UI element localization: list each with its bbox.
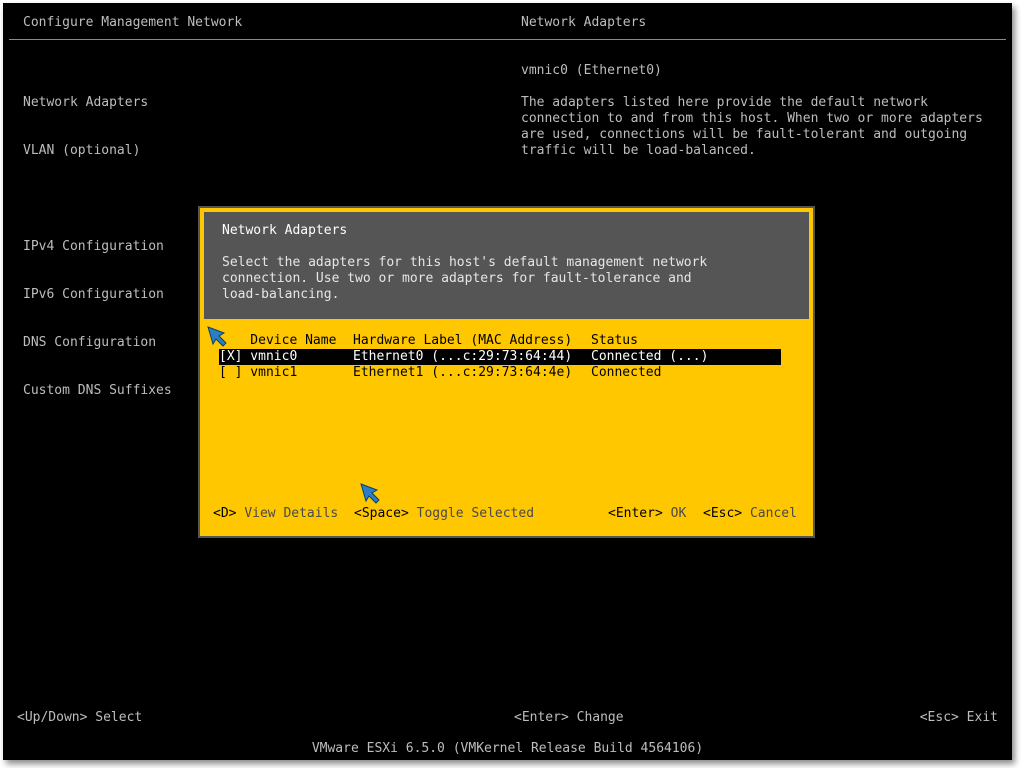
cancel-label: Cancel (749, 506, 797, 521)
menu-gap (23, 191, 172, 207)
menu-item-dns-suffixes[interactable]: Custom DNS Suffixes (23, 383, 172, 399)
toggle-key: <Space> (354, 506, 409, 521)
ok-key: <Enter> (608, 506, 663, 521)
adapter-status: Connected (...) (591, 349, 709, 364)
panel-title: Network Adapters (521, 15, 647, 30)
view-details-label: View Details (244, 506, 339, 521)
column-hardware-label: Hardware Label (MAC Address) (353, 333, 573, 348)
adapter-hardware-label: Ethernet1 (...c:29:73:64:4e) (353, 365, 573, 380)
dialog-description: Select the adapters for this host's defa… (222, 255, 708, 302)
version-status-bar: VMware ESXi 6.5.0 (VMKernel Release Buil… (3, 738, 1012, 760)
screen-title: Configure Management Network (23, 15, 243, 30)
esxi-console-screen: Configure Management Network Network Ada… (3, 3, 1012, 760)
header-divider (9, 39, 1006, 40)
menu-item-ipv4[interactable]: IPv4 Configuration (23, 239, 172, 255)
dialog-title: Network Adapters (222, 223, 348, 238)
cancel-key: <Esc> (703, 506, 743, 521)
adapter-status: Connected (591, 365, 662, 380)
adapter-checkbox-name[interactable]: [X] vmnic0 (219, 349, 297, 365)
hint-change: <Enter> Change (514, 710, 624, 725)
network-adapters-dialog: Network Adapters Select the adapters for… (198, 206, 815, 538)
toggle-selected-action[interactable]: <Space> Toggle Selected (354, 506, 534, 522)
cancel-action[interactable]: <Esc> Cancel (703, 506, 797, 522)
hint-select: <Up/Down> Select (17, 710, 143, 725)
view-details-key: <D> (213, 506, 237, 521)
ok-label: OK (670, 506, 687, 521)
dialog-header: Network Adapters Select the adapters for… (202, 210, 811, 319)
annotation-arrow-icon (360, 483, 380, 504)
view-details-action[interactable]: <D> View Details (213, 506, 338, 522)
menu-item-network-adapters[interactable]: Network Adapters (23, 95, 172, 111)
adapter-description: The adapters listed here provide the def… (521, 95, 983, 158)
table-row[interactable]: [X] vmnic0 Ethernet0 (...c:29:73:64:44) … (219, 349, 781, 365)
adapter-hardware-label: Ethernet0 (...c:29:73:64:44) (353, 349, 573, 364)
ok-action[interactable]: <Enter> OK (608, 506, 686, 522)
adapter-checkbox-name[interactable]: [ ] vmnic1 (219, 365, 297, 381)
menu-item-vlan[interactable]: VLAN (optional) (23, 143, 172, 159)
column-status: Status (591, 333, 638, 348)
config-menu: Network Adapters VLAN (optional) IPv4 Co… (23, 63, 172, 431)
menu-item-ipv6[interactable]: IPv6 Configuration (23, 287, 172, 303)
annotation-arrow-icon (207, 326, 227, 347)
menu-item-dns[interactable]: DNS Configuration (23, 335, 172, 351)
table-header: Device Name Hardware Label (MAC Address)… (219, 333, 781, 349)
selected-adapter-label: vmnic0 (Ethernet0) (521, 63, 662, 78)
hint-exit: <Esc> Exit (919, 710, 998, 725)
column-device-name: Device Name (219, 333, 337, 348)
toggle-label: Toggle Selected (416, 506, 535, 521)
table-row[interactable]: [ ] vmnic1 Ethernet1 (...c:29:73:64:4e) … (219, 365, 781, 381)
